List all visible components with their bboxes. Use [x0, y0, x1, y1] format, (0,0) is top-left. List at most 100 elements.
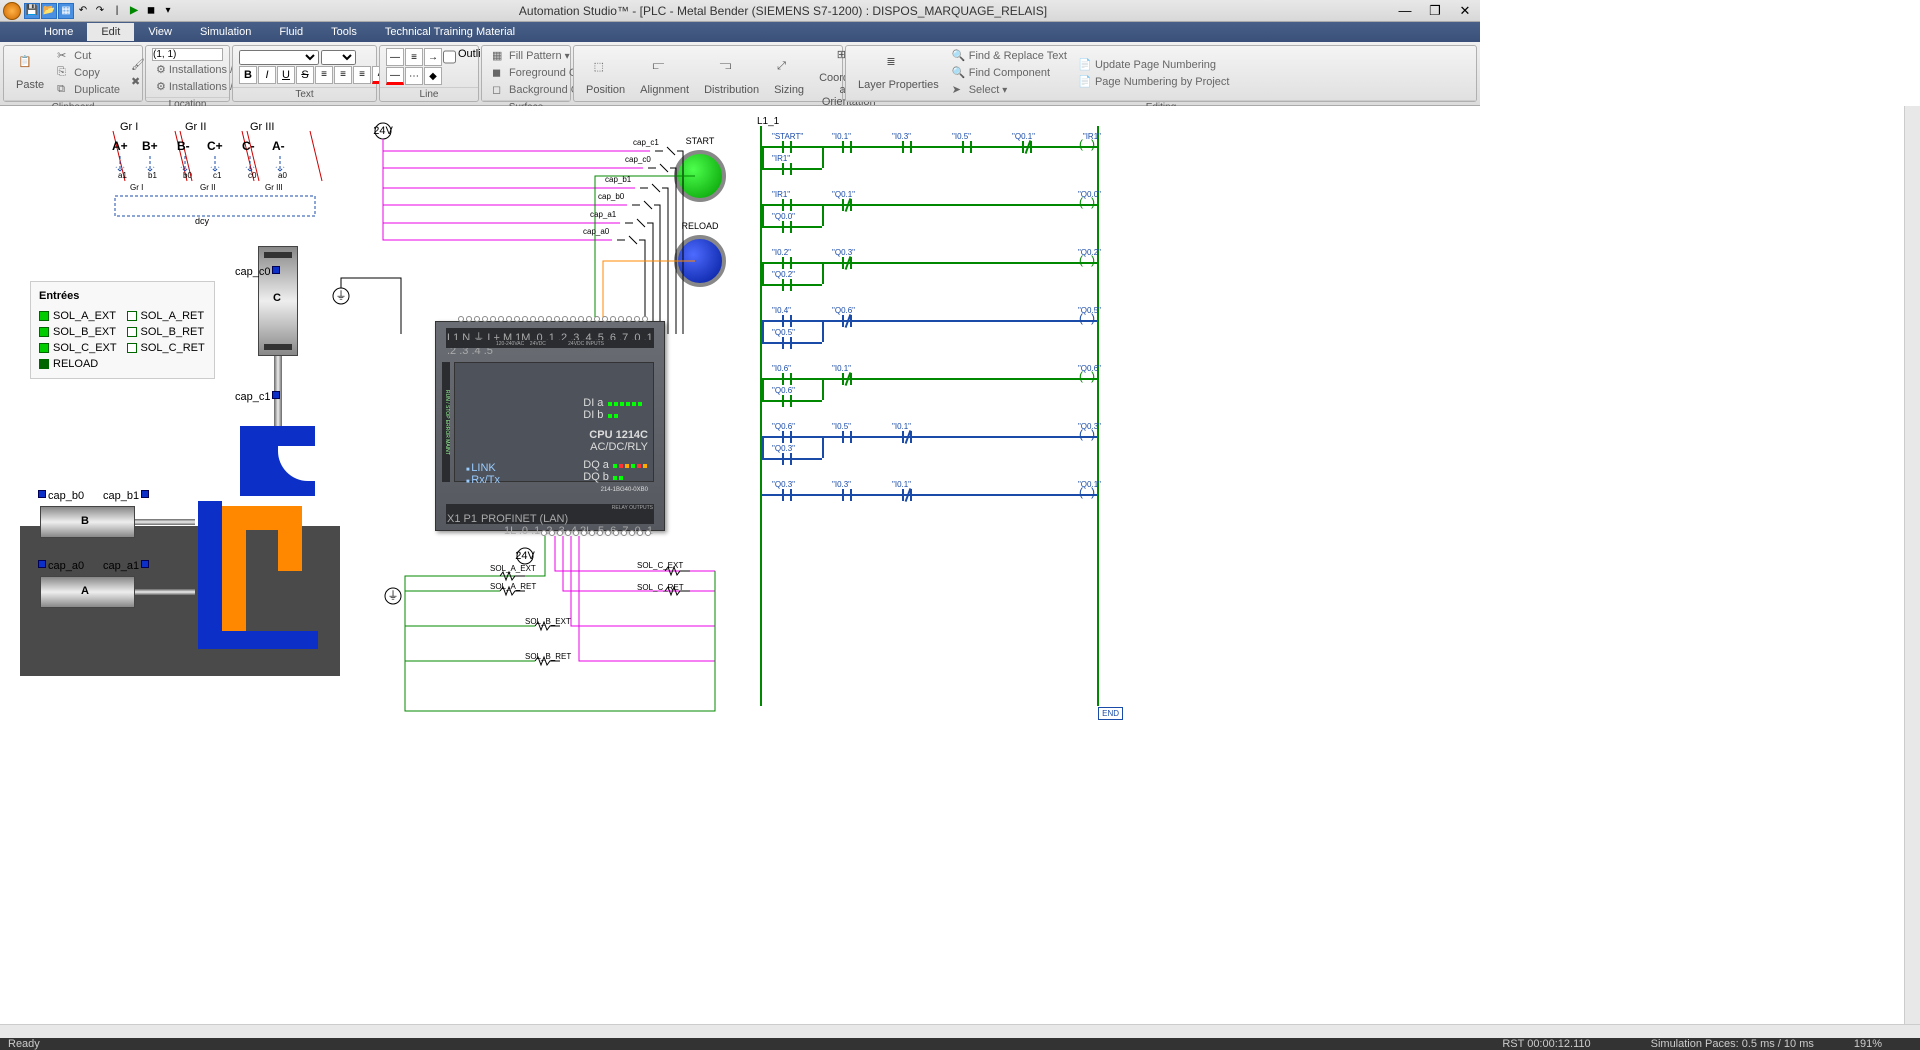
qat-stop-icon[interactable]: ◼	[143, 3, 159, 19]
quick-access-toolbar: 💾 📂 ▦ ↶ ↷ | ▶ ◼ ▾	[24, 3, 176, 19]
tab-ttm[interactable]: Technical Training Material	[371, 23, 529, 41]
sensor-cap-b0: cap_b0	[38, 490, 84, 502]
align-right-button[interactable]: ≡	[353, 66, 371, 84]
ribbon-group-layout: ⬚Position ⫍Alignment ⫎Distribution ⤢Sizi…	[573, 45, 843, 102]
close-button[interactable]: ✕	[1450, 3, 1480, 19]
alignment-button[interactable]: ⫍Alignment	[634, 60, 695, 96]
line-end-button[interactable]: ◆	[424, 67, 442, 85]
paste-button[interactable]: 📋Paste	[10, 55, 50, 91]
bold-button[interactable]: B	[239, 66, 257, 84]
status-ready: Ready	[8, 1038, 40, 1050]
input-indicator: SOL_A_EXT	[39, 310, 119, 322]
search-icon: 🔍	[952, 49, 966, 63]
page-icon: 📄	[1078, 58, 1092, 72]
circuit-icon: ⚙	[156, 63, 166, 77]
strike-button[interactable]: S	[296, 66, 314, 84]
size-icon: ⤢	[777, 60, 801, 84]
qat-save-icon[interactable]: 💾	[24, 3, 40, 19]
input-indicator: SOL_A_RET	[127, 310, 207, 322]
maximize-button[interactable]: ❐	[1420, 3, 1450, 19]
sensor-cap-c1: cap_c1	[235, 391, 280, 403]
circuit-icon: ⚙	[156, 80, 166, 94]
tab-tools[interactable]: Tools	[317, 23, 371, 41]
sensor-cap-b1: cap_b1	[103, 490, 149, 502]
search-icon: 🔍	[952, 66, 966, 80]
position-button[interactable]: ⬚Position	[580, 60, 631, 96]
title-bar: 💾 📂 ▦ ↶ ↷ | ▶ ◼ ▾ Automation Studio™ - […	[0, 0, 1480, 22]
status-bar: Ready RST 00:00:12.110 Simulation Paces:…	[0, 1038, 1920, 1050]
svg-text:24V: 24V	[515, 550, 535, 562]
page-icon: 📄	[1078, 75, 1092, 89]
input-indicator: SOL_B_EXT	[39, 326, 119, 338]
grafcet-diagram: Gr I Gr II Gr III A+ B+ B- C+ C- A- a1 b…	[110, 121, 340, 243]
font-select[interactable]	[239, 50, 319, 65]
ribbon-tabs: Home Edit View Simulation Fluid Tools Te…	[0, 22, 1480, 42]
dist-icon: ⫎	[720, 60, 744, 84]
qat-undo-icon[interactable]: ↶	[75, 3, 91, 19]
find-replace-button[interactable]: 🔍Find & Replace Text	[948, 48, 1071, 64]
svg-text:⏚: ⏚	[336, 289, 347, 302]
qat-dropdown-icon[interactable]: ▾	[160, 3, 176, 19]
distribution-button[interactable]: ⫎Distribution	[698, 60, 765, 96]
svg-text:⏚: ⏚	[388, 589, 399, 602]
tab-edit[interactable]: Edit	[87, 23, 134, 41]
fixture-vert	[198, 501, 222, 641]
ribbon: 📋Paste ✂Cut ⎘Copy ⧉Duplicate 🖌Format Pai…	[0, 42, 1480, 106]
line-arrow-button[interactable]: →	[424, 48, 442, 66]
vertical-scrollbar[interactable]	[1904, 106, 1920, 1024]
qat-open-icon[interactable]: 📂	[41, 3, 57, 19]
paste-icon: 📋	[18, 55, 42, 79]
cursor-icon: ➤	[952, 83, 966, 97]
installations-1-button[interactable]: ⚙Installations / Circuits	[152, 62, 223, 78]
underline-button[interactable]: U	[277, 66, 295, 84]
line-weight-button[interactable]: ≡	[405, 48, 423, 66]
workpiece	[222, 506, 302, 636]
tab-home[interactable]: Home	[30, 23, 87, 41]
bg-icon: ◻	[492, 83, 506, 97]
horizontal-scrollbar[interactable]	[0, 1024, 1920, 1038]
page-num-project-button[interactable]: 📄Page Numbering by Project	[1074, 74, 1234, 90]
delete-icon: ✖	[131, 75, 145, 89]
sizing-button[interactable]: ⤢Sizing	[768, 60, 810, 96]
tab-simulation[interactable]: Simulation	[186, 23, 265, 41]
schematic-canvas[interactable]: Gr I Gr II Gr III A+ B+ B- C+ C- A- a1 b…	[0, 106, 1904, 1024]
tab-fluid[interactable]: Fluid	[265, 23, 317, 41]
reload-button[interactable]	[674, 235, 726, 287]
qat-redo-icon[interactable]: ↷	[92, 3, 108, 19]
line-color-button[interactable]: —	[386, 67, 404, 85]
outline-checkbox[interactable]	[443, 48, 456, 66]
fontsize-select[interactable]	[321, 50, 356, 65]
duplicate-button[interactable]: ⧉Duplicate	[53, 82, 124, 98]
fg-icon: ◼	[492, 66, 506, 80]
installations-2-button[interactable]: ⚙Installations / Circuits	[152, 79, 223, 95]
italic-button[interactable]: I	[258, 66, 276, 84]
line-dash-button[interactable]: ⋯	[405, 67, 423, 85]
find-component-button[interactable]: 🔍Find Component	[948, 65, 1071, 81]
minimize-button[interactable]: —	[1390, 3, 1420, 19]
app-logo-icon	[3, 2, 21, 20]
press-head	[240, 426, 315, 496]
update-page-num-button[interactable]: 📄Update Page Numbering	[1074, 57, 1234, 73]
qat-play-icon[interactable]: ▶	[126, 3, 142, 19]
qat-sep: |	[109, 3, 125, 19]
window-title: Automation Studio™ - [PLC - Metal Bender…	[176, 4, 1390, 18]
tab-view[interactable]: View	[134, 23, 186, 41]
line-style-button[interactable]: —	[386, 48, 404, 66]
input-indicator: SOL_C_EXT	[39, 342, 119, 354]
brush-icon: 🖌	[131, 58, 145, 72]
align-center-button[interactable]: ≡	[334, 66, 352, 84]
ribbon-group-clipboard: 📋Paste ✂Cut ⎘Copy ⧉Duplicate 🖌Format Pai…	[3, 45, 143, 102]
select-button[interactable]: ➤Select▾	[948, 82, 1071, 98]
ladder-diagram: L1_1 "START""I0.1""I0.3""I0.5""Q0.1""IR1…	[752, 116, 1107, 716]
align-left-button[interactable]: ≡	[315, 66, 333, 84]
qat-btn-icon[interactable]: ▦	[58, 3, 74, 19]
cut-button[interactable]: ✂Cut	[53, 48, 124, 64]
cylinder-b: B	[40, 506, 195, 538]
start-button[interactable]	[674, 150, 726, 202]
svg-text:24V: 24V	[373, 125, 393, 137]
coord-input[interactable]	[152, 48, 223, 61]
position-icon: ⬚	[594, 60, 618, 84]
duplicate-icon: ⧉	[57, 83, 71, 97]
copy-button[interactable]: ⎘Copy	[53, 65, 124, 81]
layer-properties-button[interactable]: ≣Layer Properties	[852, 55, 945, 91]
